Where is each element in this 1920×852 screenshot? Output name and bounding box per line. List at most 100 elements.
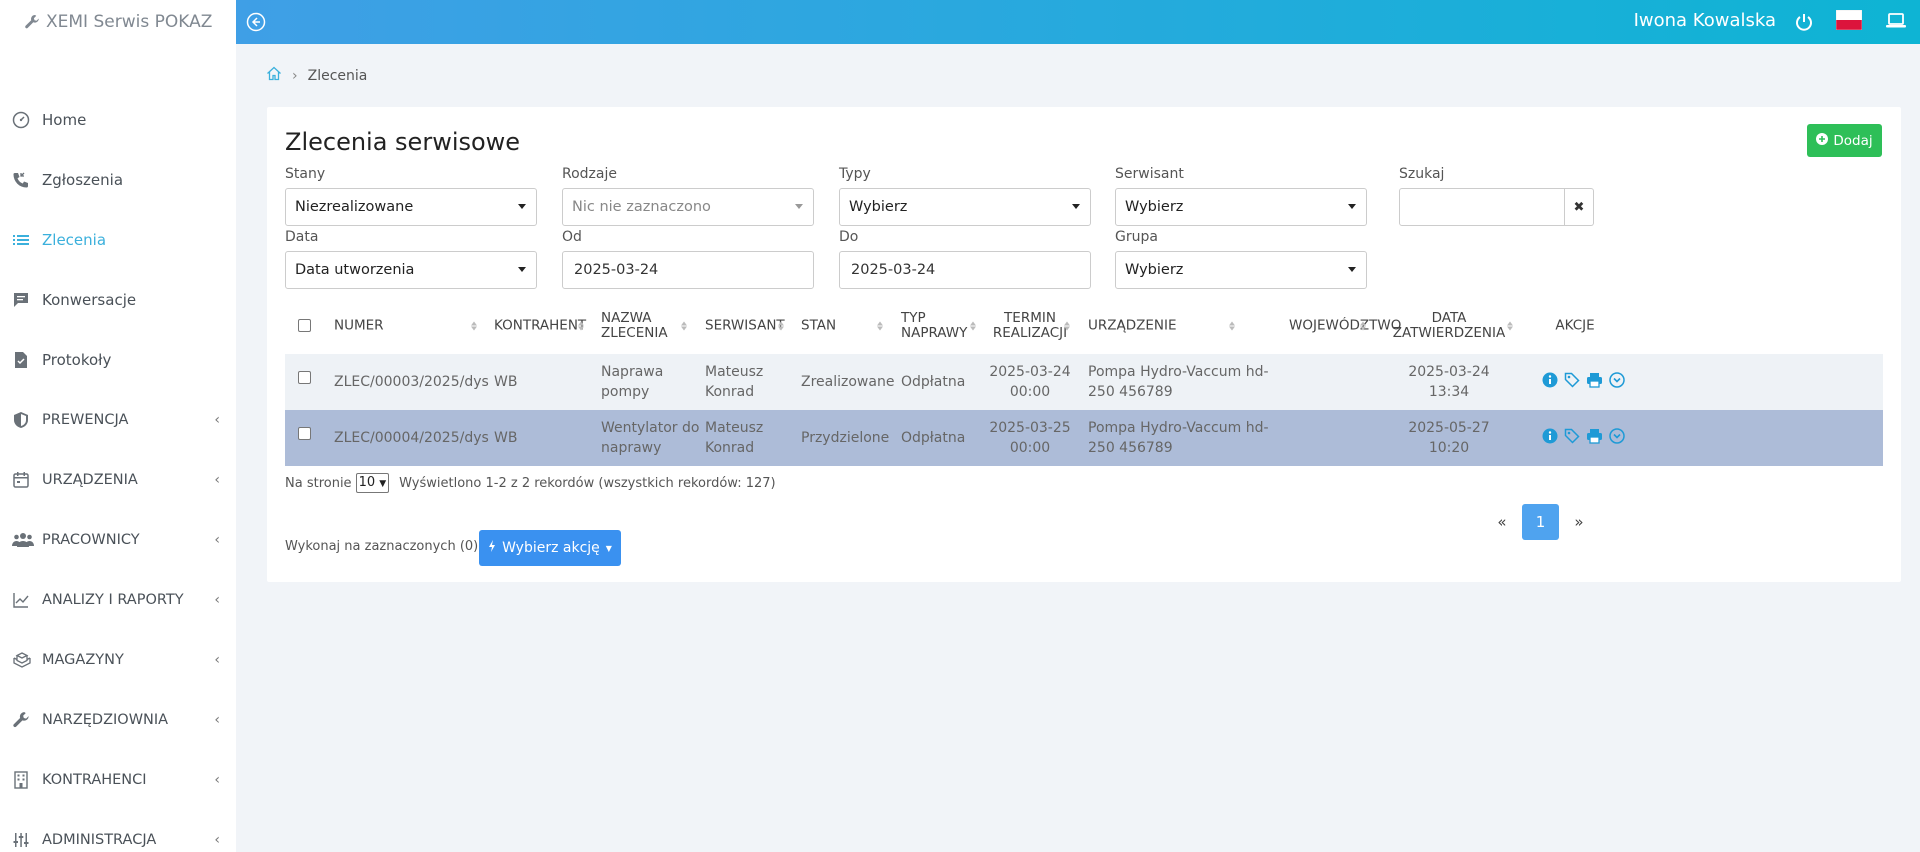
pagination-page-1[interactable]: 1 (1522, 504, 1559, 540)
user-name[interactable]: Iwona Kowalska (1634, 10, 1776, 31)
chevron-left-icon: ‹ (214, 652, 220, 668)
row-checkbox[interactable] (298, 427, 311, 440)
info-icon[interactable] (1542, 428, 1558, 448)
sidebar-item-protokoly[interactable]: Protokoły (0, 330, 236, 390)
sliders-icon (12, 831, 42, 849)
sidebar-item-administracja[interactable]: ADMINISTRACJA ‹ (0, 810, 236, 852)
sort-icon[interactable] (1507, 321, 1513, 331)
sidebar-item-label: ADMINISTRACJA (42, 832, 157, 848)
sidebar-item-zlecenia[interactable]: Zlecenia (0, 210, 236, 270)
sidebar-item-kontrahenci[interactable]: KONTRAHENCI ‹ (0, 750, 236, 810)
clear-search-button[interactable]: ✖ (1565, 188, 1594, 226)
sidebar-item-label: KONTRAHENCI (42, 772, 147, 788)
cell-termin: 2025-03-24 00:00 (985, 362, 1075, 402)
sort-icon[interactable] (681, 321, 687, 331)
col-numer[interactable]: NUMER (334, 318, 384, 334)
chevron-down-circle-icon[interactable] (1609, 428, 1625, 448)
sort-icon[interactable] (471, 321, 477, 331)
power-icon[interactable] (1794, 12, 1814, 36)
table-row[interactable]: ZLEC/00003/2025/dys WB Naprawa pompy Mate… (285, 354, 1883, 410)
cell-stan: Zrealizowane (801, 374, 895, 390)
sort-icon[interactable] (1360, 321, 1366, 331)
cell-data-date: 2025-05-27 (1408, 420, 1490, 436)
filter-rodzaje-select[interactable]: Nic nie zaznaczono (562, 188, 814, 226)
sort-icon[interactable] (578, 321, 584, 331)
sidebar-item-home[interactable]: Home (0, 90, 236, 150)
home-icon[interactable] (266, 66, 282, 85)
cell-urzadzenie-line2: 250 456789 (1088, 440, 1173, 456)
cell-kontrahent: WB (494, 374, 518, 390)
sidebar-item-narzedziownia[interactable]: NARZĘDZIOWNIA ‹ (0, 690, 236, 750)
sidebar-item-konwersacje[interactable]: Konwersacje (0, 270, 236, 330)
sidebar-item-magazyny[interactable]: MAGAZYNY ‹ (0, 630, 236, 690)
cell-data-date: 2025-03-24 (1408, 364, 1490, 380)
filter-grupa-select[interactable]: Wybierz (1115, 251, 1367, 289)
cell-nazwa: Naprawa pompy (601, 362, 663, 402)
row-checkbox[interactable] (298, 371, 311, 384)
print-icon[interactable] (1586, 428, 1603, 448)
date-from-input[interactable]: 2025-03-24 (562, 251, 814, 289)
search-input[interactable] (1399, 188, 1565, 226)
app-logo[interactable]: XEMI Serwis POKAZ (0, 0, 236, 44)
filter-data-select[interactable]: Data utworzenia (285, 251, 537, 289)
per-page-select[interactable]: 10 ▼ (355, 473, 390, 493)
sort-icon[interactable] (1064, 321, 1070, 331)
sidebar-item-pracownicy[interactable]: PRACOWNICY ‹ (0, 510, 236, 570)
cell-serwisant-line2: Konrad (705, 384, 755, 400)
filter-stany-select[interactable]: Niezrealizowane (285, 188, 537, 226)
sort-icon[interactable] (877, 321, 883, 331)
date-to-input[interactable]: 2025-03-24 (839, 251, 1091, 289)
pagination-prev[interactable]: « (1487, 504, 1517, 540)
bulk-action-button[interactable]: Wybierz akcję ▼ (479, 530, 621, 566)
table-header: NUMER KONTRAHENT NAZWA ZLECENIA SERWISANT… (285, 298, 1883, 354)
pagination-next[interactable]: » (1564, 504, 1594, 540)
col-nazwa[interactable]: NAZWA ZLECENIA (601, 311, 668, 341)
tag-icon[interactable] (1564, 428, 1580, 448)
chat-icon (12, 291, 42, 309)
col-termin[interactable]: TERMIN REALIZACJI (989, 311, 1071, 341)
back-arrow-icon[interactable] (246, 12, 266, 32)
sort-icon[interactable] (778, 321, 784, 331)
chevron-left-icon: ‹ (214, 772, 220, 788)
filter-serwisant-select[interactable]: Wybierz (1115, 188, 1367, 226)
flag-pl-icon[interactable] (1835, 9, 1863, 34)
chevron-left-icon: ‹ (214, 712, 220, 728)
cell-numer[interactable]: ZLEC/00004/2025/dys (334, 428, 489, 448)
col-wojewodztwo[interactable]: WOJEWÓDZTWO (1289, 318, 1401, 334)
add-button-label: Dodaj (1833, 132, 1873, 149)
table-row[interactable]: ZLEC/00004/2025/dys WB Wentylator do napr… (285, 410, 1883, 466)
sidebar-item-label: MAGAZYNY (42, 652, 124, 668)
col-urzadzenie[interactable]: URZĄDZENIE (1088, 318, 1177, 334)
chevron-down-circle-icon[interactable] (1609, 372, 1625, 392)
main-content: › Zlecenia Zlecenia serwisowe Dodaj Stan… (236, 44, 1920, 852)
col-data-zatwierdzenia[interactable]: DATA ZATWIERDZENIA (1389, 311, 1509, 341)
filter-typy-select[interactable]: Wybierz (839, 188, 1091, 226)
select-all-checkbox[interactable] (298, 319, 311, 332)
cell-urzadzenie-line1: Pompa Hydro-Vaccum hd- (1088, 420, 1269, 436)
print-icon[interactable] (1586, 372, 1603, 392)
sidebar-item-label: Zlecenia (42, 231, 107, 249)
laptop-icon[interactable] (1886, 13, 1906, 33)
sidebar-item-zgloszenia[interactable]: Zgłoszenia (0, 150, 236, 210)
users-icon (12, 531, 42, 549)
sort-icon[interactable] (1229, 321, 1235, 331)
sort-icon[interactable] (970, 321, 976, 331)
tag-icon[interactable] (1564, 372, 1580, 392)
add-button[interactable]: Dodaj (1807, 124, 1882, 157)
cell-termin-time: 00:00 (1009, 384, 1051, 400)
sidebar-item-analizy[interactable]: ANALIZY I RAPORTY ‹ (0, 570, 236, 630)
sidebar-item-urzadzenia[interactable]: URZĄDZENIA ‹ (0, 450, 236, 510)
orders-card: Zlecenia serwisowe Dodaj Stany Niezreali… (267, 107, 1901, 582)
col-serwisant[interactable]: SERWISANT (705, 318, 785, 334)
cell-nazwa-line1: Naprawa (601, 364, 664, 380)
col-stan[interactable]: STAN (801, 318, 836, 334)
col-kontrahent[interactable]: KONTRAHENT (494, 318, 586, 334)
cell-typ: Odpłatna (901, 374, 966, 390)
col-typ[interactable]: TYP NAPRAWY (901, 311, 967, 341)
cell-urzadzenie-line1: Pompa Hydro-Vaccum hd- (1088, 364, 1269, 380)
filter-grupa-label: Grupa (1115, 229, 1158, 245)
cell-stan: Przydzielone (801, 430, 890, 446)
info-icon[interactable] (1542, 372, 1558, 392)
sidebar-item-prewencja[interactable]: PREWENCJA ‹ (0, 390, 236, 450)
cell-numer[interactable]: ZLEC/00003/2025/dys (334, 372, 489, 392)
